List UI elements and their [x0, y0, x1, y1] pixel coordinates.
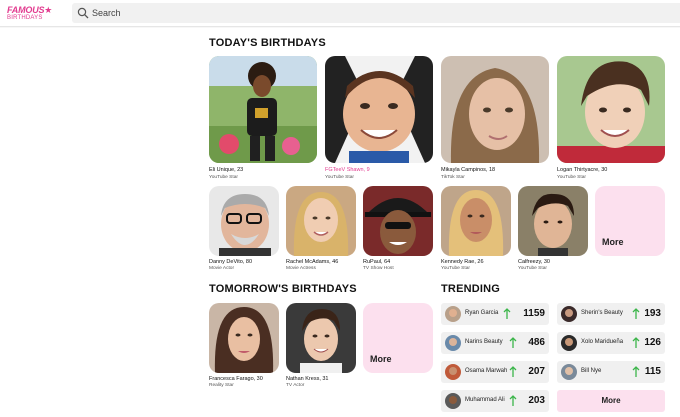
person-photo — [209, 186, 279, 256]
trending-more-button[interactable]: More — [557, 390, 665, 412]
tomorrow-more-button[interactable]: More — [363, 303, 433, 373]
birthday-card[interactable]: Danny DeVito, 80 Movie Actor — [209, 186, 279, 276]
trend-up-icon — [632, 308, 640, 319]
person-photo — [325, 56, 433, 163]
birthday-card[interactable]: Mikayla Campinos, 18 TikTok Star — [441, 56, 549, 184]
trending-name: Ryan Garcia — [465, 310, 499, 316]
person-role: Movie Actor — [209, 266, 235, 271]
logo-wordmark-bottom: BIRTHDAYS — [7, 15, 43, 21]
birthday-card[interactable]: Eli Unique, 23 YouTube Star — [209, 56, 317, 184]
search-input[interactable] — [92, 5, 652, 21]
search-icon — [77, 7, 89, 19]
person-name: Eli Unique, 23 — [209, 167, 244, 173]
person-name: Nathan Kress, 31 — [286, 376, 329, 382]
person-name: Calfreezy, 30 — [518, 259, 550, 265]
person-name: RuPaul, 64 — [363, 259, 391, 265]
top-bar: FAMOUS★ BIRTHDAYS — [0, 0, 680, 27]
avatar — [561, 306, 577, 322]
main-content: TODAY'S BIRTHDAYS Eli Unique, 23 YouTube… — [0, 28, 680, 417]
site-logo[interactable]: FAMOUS★ BIRTHDAYS — [7, 6, 59, 22]
person-name: Rachel McAdams, 46 — [286, 259, 339, 265]
trending-count: 193 — [644, 308, 661, 319]
trending-count: 126 — [644, 337, 661, 348]
trend-up-icon — [503, 308, 511, 319]
trend-up-icon — [632, 366, 640, 377]
person-name: FGTeeV Shawn, 9 — [325, 167, 370, 173]
trending-item[interactable]: Narins Beauty 486 — [441, 332, 549, 354]
avatar — [445, 335, 461, 351]
person-role: Movie Actress — [286, 266, 316, 271]
birthday-card[interactable]: Logan Thirtyacre, 30 YouTube Star — [557, 56, 665, 184]
person-role: YouTube Star — [518, 266, 547, 271]
person-role: TikTok Star — [441, 175, 465, 180]
person-role: TV Show Host — [363, 266, 394, 271]
person-name: Francesca Farago, 30 — [209, 376, 263, 382]
trending-title: TRENDING — [441, 283, 501, 295]
person-photo — [286, 186, 356, 256]
trending-name: Narins Beauty — [465, 339, 503, 345]
trending-item[interactable]: Bill Nye 115 — [557, 361, 665, 383]
trending-item[interactable]: Ryan Garcia 1159 — [441, 303, 549, 325]
person-photo — [518, 186, 588, 256]
person-role: YouTube Star — [209, 175, 238, 180]
person-role: YouTube Star — [325, 175, 354, 180]
trending-name: Sherin's Beauty — [581, 310, 623, 316]
trending-name: Xolo Maridueña — [581, 339, 624, 345]
more-label: More — [602, 237, 624, 247]
today-birthdays-title: TODAY'S BIRTHDAYS — [209, 37, 326, 49]
more-label: More — [601, 396, 621, 405]
logo-wordmark-top: FAMOUS★ — [7, 5, 53, 15]
person-photo — [441, 56, 549, 163]
person-photo — [441, 186, 511, 256]
person-role: Reality Star — [209, 383, 234, 388]
trending-count: 207 — [528, 366, 545, 377]
more-label: More — [370, 354, 392, 364]
trend-up-icon — [632, 337, 640, 348]
person-name: Logan Thirtyacre, 30 — [557, 167, 608, 173]
trending-item[interactable]: Sherin's Beauty 193 — [557, 303, 665, 325]
birthday-card[interactable]: RuPaul, 64 TV Show Host — [363, 186, 433, 276]
trending-name: Osama Marwah — [465, 368, 508, 374]
birthday-card[interactable]: Kennedy Rae, 26 YouTube Star — [441, 186, 511, 276]
trending-count: 486 — [528, 337, 545, 348]
trending-name: Muhammad Ali — [465, 397, 505, 403]
trending-item[interactable]: Osama Marwah 207 — [441, 361, 549, 383]
birthday-card[interactable]: Francesca Farago, 30 Reality Star — [209, 303, 279, 393]
avatar — [445, 364, 461, 380]
trending-item[interactable]: Muhammad Ali 203 — [441, 390, 549, 412]
birthday-card[interactable]: FGTeeV Shawn, 9 YouTube Star — [325, 56, 433, 184]
person-name: Danny DeVito, 80 — [209, 259, 253, 265]
person-role: TV Actor — [286, 383, 305, 388]
trending-item[interactable]: Xolo Maridueña 126 — [557, 332, 665, 354]
trending-name: Bill Nye — [581, 368, 602, 374]
person-role: YouTube Star — [557, 175, 586, 180]
birthday-card[interactable]: Calfreezy, 30 YouTube Star — [518, 186, 588, 276]
birthday-card[interactable]: Rachel McAdams, 46 Movie Actress — [286, 186, 356, 276]
avatar — [561, 335, 577, 351]
person-photo — [557, 56, 665, 163]
today-more-button[interactable]: More — [595, 186, 665, 256]
person-name: Mikayla Campinos, 18 — [441, 167, 496, 173]
person-photo — [363, 186, 433, 256]
trending-count: 203 — [528, 395, 545, 406]
avatar — [445, 306, 461, 322]
tomorrow-birthdays-title: TOMORROW'S BIRTHDAYS — [209, 283, 357, 295]
person-photo — [286, 303, 356, 373]
person-name: Kennedy Rae, 26 — [441, 259, 484, 265]
avatar — [561, 364, 577, 380]
birthday-card[interactable]: Nathan Kress, 31 TV Actor — [286, 303, 356, 393]
trending-count: 115 — [644, 366, 661, 377]
person-photo — [209, 303, 279, 373]
trend-up-icon — [509, 366, 517, 377]
avatar — [445, 393, 461, 409]
trending-count: 1159 — [523, 308, 545, 319]
trend-up-icon — [509, 337, 517, 348]
person-role: YouTube Star — [441, 266, 470, 271]
person-photo — [209, 56, 317, 163]
trend-up-icon — [509, 395, 517, 406]
search-bar[interactable] — [72, 3, 680, 23]
